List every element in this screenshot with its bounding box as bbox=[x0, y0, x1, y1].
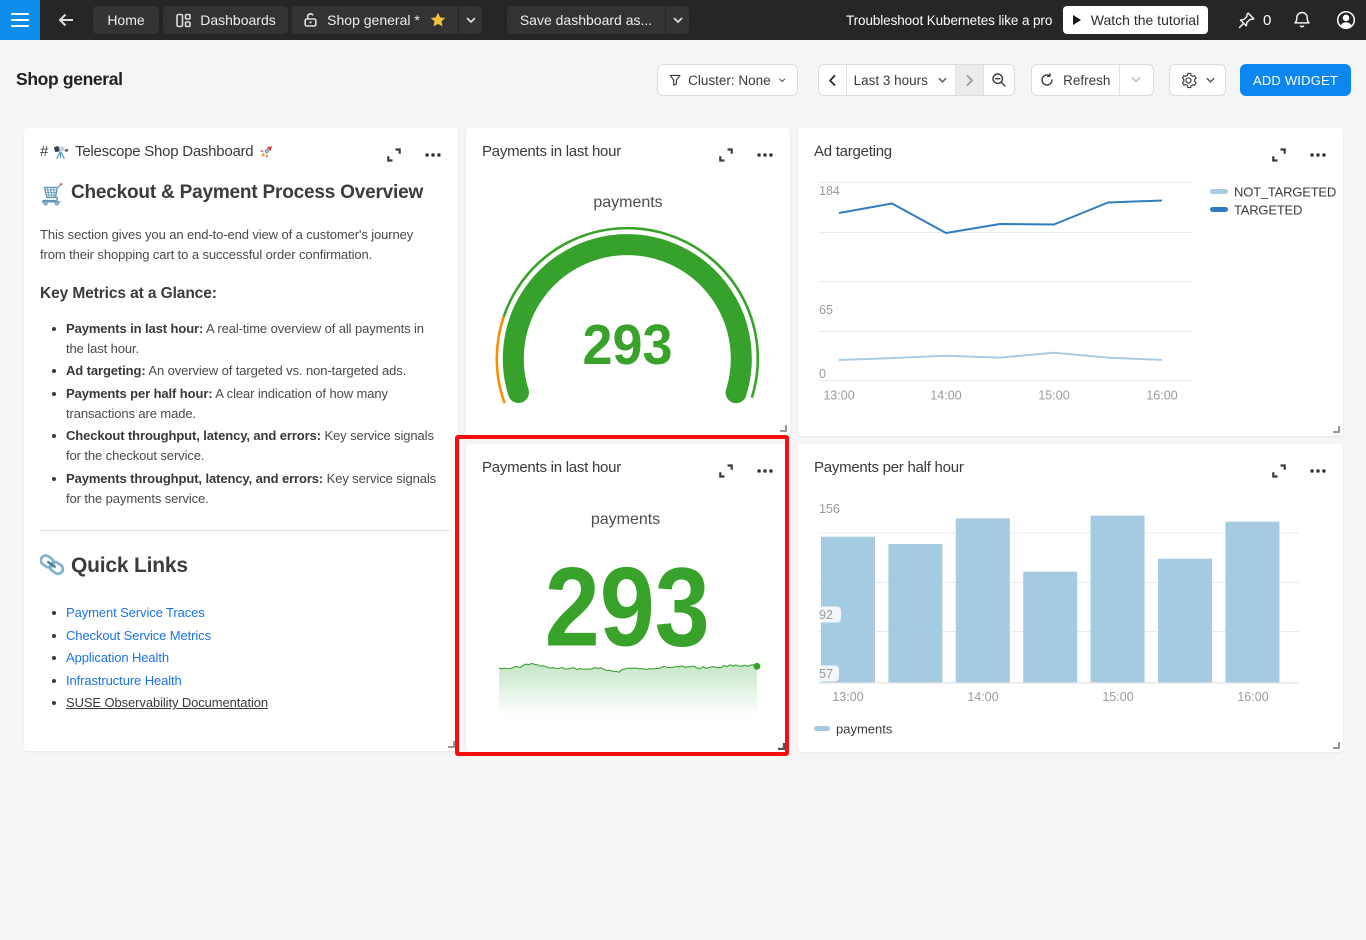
svg-text:65: 65 bbox=[819, 303, 833, 317]
svg-text:TARGETED: TARGETED bbox=[1234, 203, 1302, 218]
svg-text:156: 156 bbox=[819, 502, 840, 516]
svg-text:13:00: 13:00 bbox=[832, 690, 863, 704]
svg-text:13:00: 13:00 bbox=[823, 389, 854, 403]
svg-text:16:00: 16:00 bbox=[1237, 690, 1268, 704]
svg-text:184: 184 bbox=[819, 184, 840, 198]
svg-text:NOT_TARGETED: NOT_TARGETED bbox=[1234, 185, 1336, 200]
svg-text:15:00: 15:00 bbox=[1102, 690, 1133, 704]
svg-text:14:00: 14:00 bbox=[930, 389, 961, 403]
svg-text:293: 293 bbox=[545, 544, 710, 669]
svg-text:payments: payments bbox=[836, 722, 893, 737]
svg-text:92: 92 bbox=[819, 608, 833, 622]
svg-text:14:00: 14:00 bbox=[967, 690, 998, 704]
svg-text:293: 293 bbox=[583, 313, 673, 377]
svg-text:0: 0 bbox=[819, 367, 826, 381]
svg-text:16:00: 16:00 bbox=[1146, 389, 1177, 403]
svg-text:15:00: 15:00 bbox=[1038, 389, 1069, 403]
svg-text:57: 57 bbox=[819, 667, 833, 681]
